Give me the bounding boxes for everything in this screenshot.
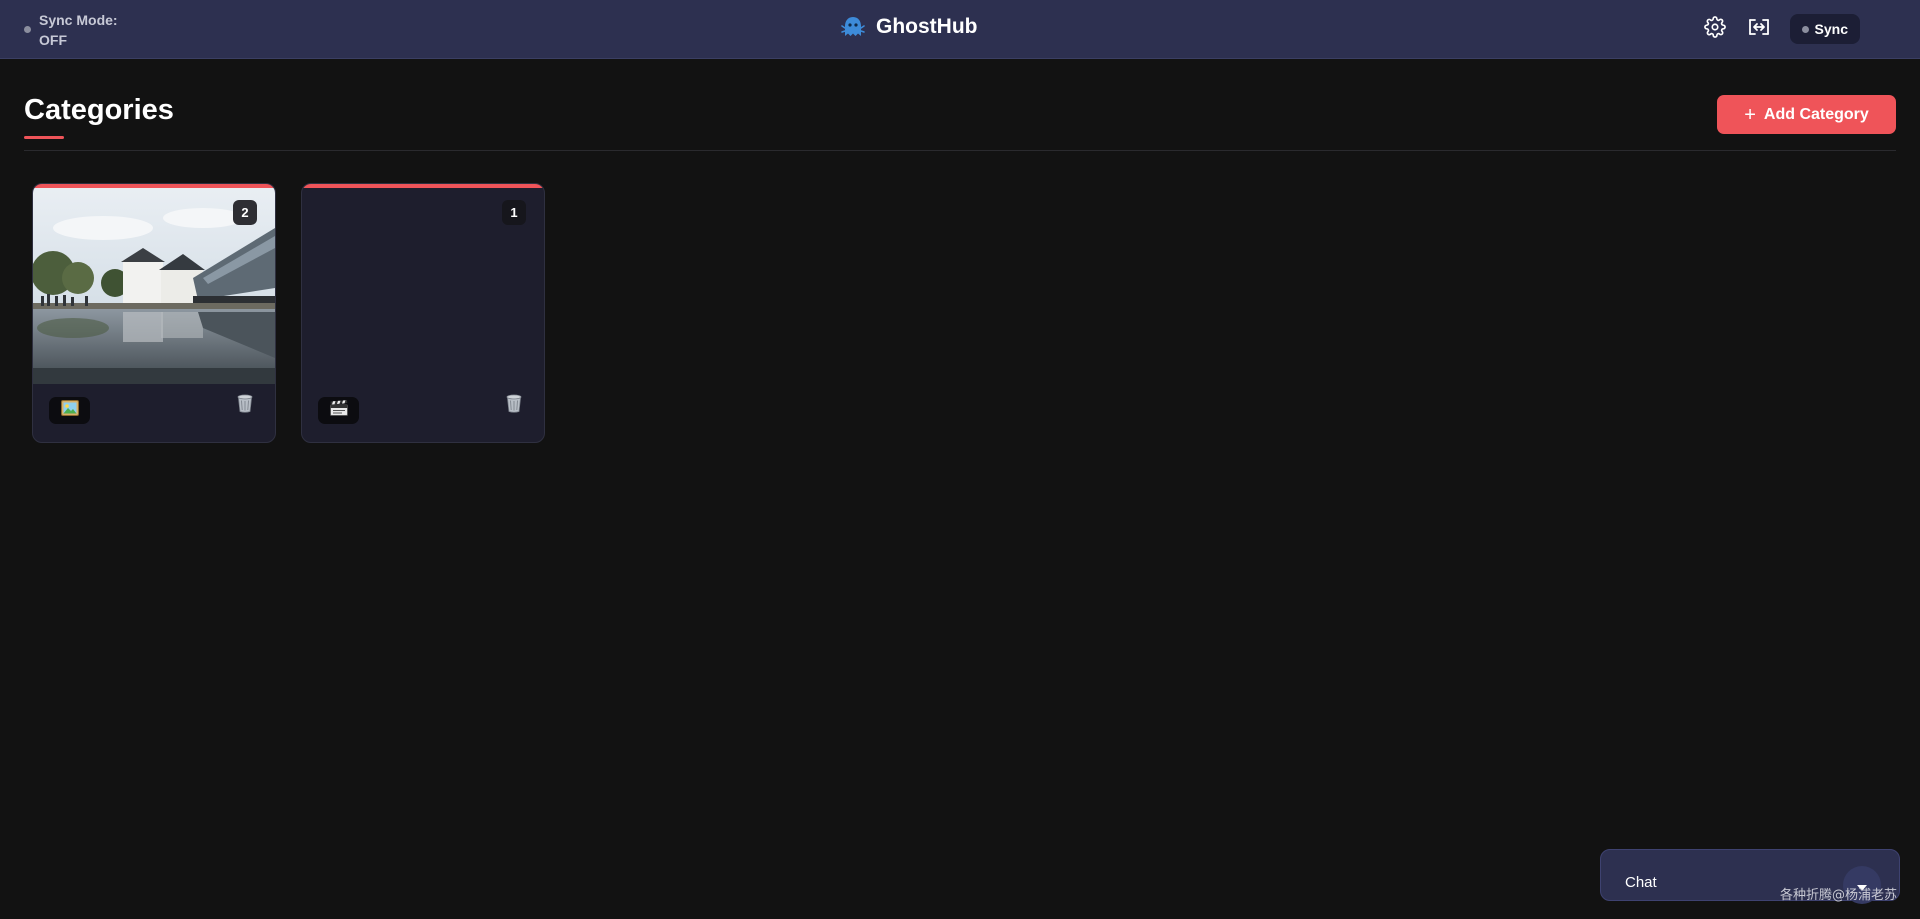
category-card[interactable]: 1 xyxy=(301,183,545,443)
title-underline xyxy=(24,136,64,139)
sync-status-dot xyxy=(24,26,31,33)
card-accent-bar xyxy=(302,184,544,188)
media-type-badge xyxy=(318,397,359,424)
header-actions: Sync xyxy=(1702,14,1860,44)
plus-icon: + xyxy=(1744,103,1756,126)
sync-status-dot xyxy=(1801,25,1809,33)
sync-button-label: Sync xyxy=(1814,21,1848,37)
tunnel-icon xyxy=(1747,16,1771,43)
chat-label: Chat xyxy=(1625,874,1657,891)
category-card[interactable]: 2 xyxy=(32,183,276,443)
delete-category-button[interactable] xyxy=(506,394,522,418)
settings-button[interactable] xyxy=(1702,14,1728,44)
app-name: GhostHub xyxy=(876,15,978,38)
sync-mode-indicator: Sync Mode: OFF xyxy=(24,10,118,50)
add-category-button[interactable]: + Add Category xyxy=(1717,95,1896,134)
add-category-label: Add Category xyxy=(1763,105,1869,123)
gear-icon xyxy=(1703,15,1726,43)
top-header: Sync Mode: OFF GhostHub Sync xyxy=(0,0,1920,59)
ghost-logo-icon xyxy=(840,14,866,40)
sync-mode-value: OFF xyxy=(39,32,67,48)
media-type-badge xyxy=(49,397,90,424)
delete-category-button[interactable] xyxy=(237,394,253,418)
sync-mode-label: Sync Mode: xyxy=(39,12,118,28)
page-title: Categories xyxy=(24,94,174,126)
media-count-badge: 2 xyxy=(233,200,257,225)
clapperboard-icon xyxy=(329,400,348,421)
media-count-badge: 1 xyxy=(502,200,526,225)
watermark-text: 各种折腾@杨浦老苏 xyxy=(1780,888,1898,903)
trash-icon xyxy=(506,394,522,417)
app-brand: GhostHub xyxy=(840,14,977,40)
sync-toggle-button[interactable]: Sync xyxy=(1789,14,1860,44)
section-divider xyxy=(24,150,1896,151)
tunnel-button[interactable] xyxy=(1746,14,1772,44)
trash-icon xyxy=(237,394,253,417)
picture-icon xyxy=(60,400,79,421)
